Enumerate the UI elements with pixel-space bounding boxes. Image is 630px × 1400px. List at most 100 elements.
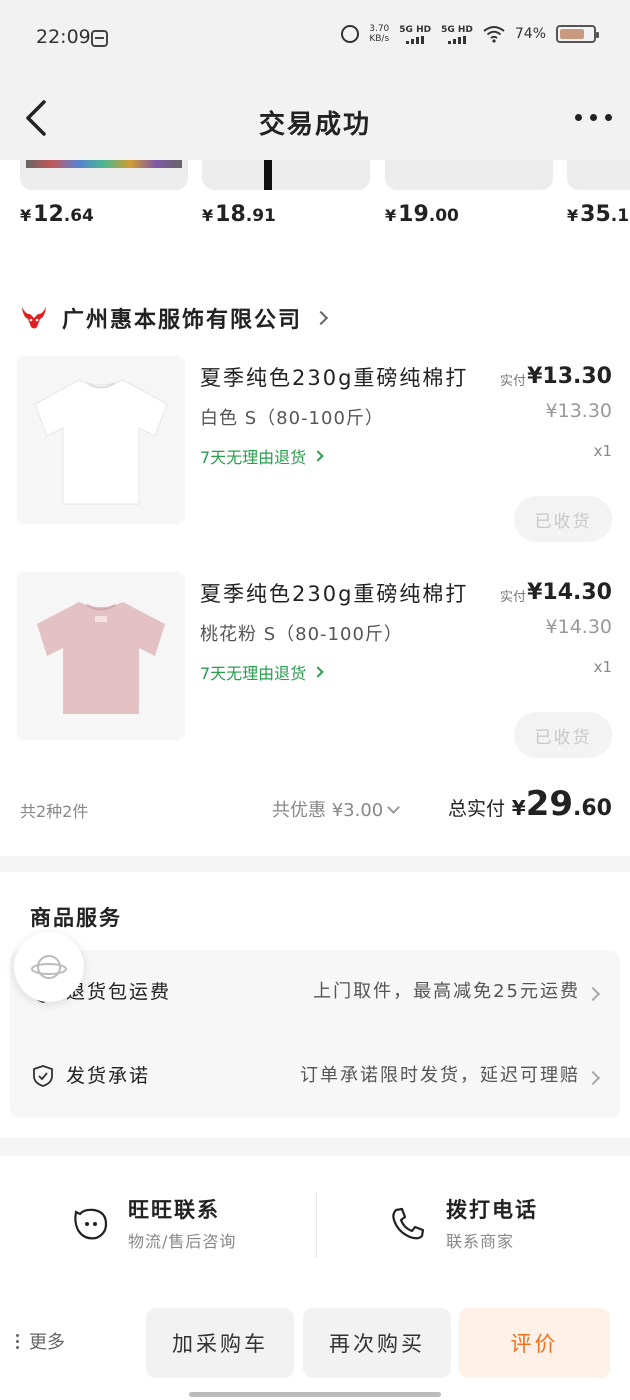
status-bar: 22:09 3.70 KB/s 5G HD 5G HD 74%	[0, 0, 630, 76]
chevron-down-icon	[387, 800, 401, 814]
currency-symbol: ¥	[20, 206, 32, 225]
network-speed: 3.70 KB/s	[369, 24, 389, 44]
price-decimal: .00	[428, 206, 459, 226]
shop-header[interactable]: 广州惠本服饰有限公司	[20, 302, 329, 334]
recommendation-price: ¥35.1	[567, 202, 630, 227]
price-decimal: .60	[573, 796, 612, 821]
network-speed-value: 3.70	[369, 24, 390, 34]
price-integer: 35	[580, 202, 611, 227]
paid-label: 实付	[499, 374, 526, 389]
return-policy-label: 7天无理由退货	[200, 664, 307, 683]
status-icons: 3.70 KB/s 5G HD 5G HD 74%	[341, 24, 599, 44]
received-button[interactable]: 已收货	[514, 496, 612, 542]
more-dots-icon	[16, 1333, 19, 1349]
currency-symbol: ¥	[511, 796, 526, 820]
shop-logo-icon	[22, 307, 46, 329]
price-integer: 18	[215, 202, 246, 227]
price-decimal: .1	[610, 206, 630, 226]
product-title[interactable]: 夏季纯色230g重磅纯棉打	[200, 362, 480, 392]
recommendation-item[interactable]: ¥12.64	[20, 160, 188, 227]
call-merchant-button[interactable]: 拨打电话 联系商家	[388, 1194, 588, 1264]
service-desc: 上门取件，最高减免25元运费	[313, 981, 580, 1002]
quantity: x1	[593, 658, 612, 676]
discount-label: 共优惠 ¥3.00	[272, 800, 384, 821]
shop-name[interactable]: 广州惠本服饰有限公司	[62, 302, 302, 334]
signal-sim2: 5G HD	[441, 25, 473, 44]
original-price: ¥14.30	[545, 616, 612, 638]
review-button[interactable]: 评价	[459, 1308, 610, 1378]
recommendation-image	[202, 160, 370, 190]
tshirt-icon	[37, 602, 165, 714]
price-integer: 29	[525, 784, 574, 824]
nav-bar: 交易成功	[0, 76, 630, 160]
service-card: 商品服务 退货包运费 上门取件，最高减免25元运费 发货承诺 订单承诺限时发货，…	[0, 872, 630, 1138]
contact-subtitle: 联系商家	[446, 1232, 515, 1251]
order-summary: 共2种2件 共优惠 ¥3.00 总实付 ¥29.60	[0, 784, 630, 830]
status-time: 22:09	[36, 26, 91, 48]
original-price: ¥13.30	[545, 400, 612, 422]
contact-title: 旺旺联系	[128, 1198, 220, 1222]
return-policy-link[interactable]: 7天无理由退货	[200, 660, 324, 684]
order-item[interactable]: 夏季纯色230g重磅纯棉打 桃花粉 S（80-100斤） 7天无理由退货 实付 …	[0, 572, 630, 772]
product-spec: 白色 S（80-100斤）	[200, 408, 384, 429]
recommendation-image	[567, 160, 630, 190]
battery-percent: 74%	[514, 26, 546, 42]
battery-icon	[556, 25, 599, 43]
more-button[interactable]: 更多	[16, 1328, 65, 1354]
chat-bubble-icon	[74, 1208, 108, 1240]
recommendation-price: ¥18.91	[202, 202, 370, 227]
item-count: 共2种2件	[20, 802, 89, 821]
buy-again-button[interactable]: 再次购买	[303, 1308, 451, 1378]
notification-icon	[91, 30, 108, 47]
wifi-icon	[483, 26, 505, 43]
product-title[interactable]: 夏季纯色230g重磅纯棉打	[200, 578, 480, 608]
wangwang-contact-button[interactable]: 旺旺联系 物流/售后咨询	[70, 1194, 290, 1264]
paid-label: 实付	[499, 590, 526, 605]
price-decimal: .91	[245, 206, 276, 226]
quantity: x1	[593, 442, 612, 460]
service-row-return-shipping[interactable]: 退货包运费 上门取件，最高减免25元运费	[10, 950, 620, 1034]
service-label: 发货承诺	[66, 1065, 151, 1087]
contact-title: 拨打电话	[446, 1198, 538, 1222]
home-indicator[interactable]	[189, 1392, 441, 1397]
add-to-purchase-cart-button[interactable]: 加采购车	[146, 1308, 294, 1378]
chevron-right-icon	[312, 666, 324, 678]
signal-sim2-label: 5G HD	[441, 24, 473, 35]
floating-assistant-button[interactable]	[14, 932, 84, 1002]
chevron-right-icon	[585, 1068, 601, 1087]
product-image[interactable]	[17, 572, 185, 740]
signal-bars-icon	[447, 35, 466, 44]
received-button[interactable]: 已收货	[514, 712, 612, 758]
currency-symbol: ¥	[385, 206, 397, 225]
order-shop-card: 广州惠本服饰有限公司 夏季纯色230g重磅纯棉打 白色 S（80-100斤） 7…	[0, 260, 630, 856]
product-image[interactable]	[17, 356, 185, 524]
phone-icon	[392, 1207, 425, 1240]
price-decimal: .64	[63, 206, 94, 226]
chevron-right-icon	[312, 450, 324, 462]
more-options-icon[interactable]	[575, 114, 612, 121]
return-policy-link[interactable]: 7天无理由退货	[200, 444, 324, 468]
service-label: 退货包运费	[66, 981, 172, 1003]
service-title: 商品服务	[30, 906, 122, 930]
return-policy-label: 7天无理由退货	[200, 448, 307, 467]
order-item[interactable]: 夏季纯色230g重磅纯棉打 白色 S（80-100斤） 7天无理由退货 实付 ¥…	[0, 356, 630, 556]
service-row-delivery-promise[interactable]: 发货承诺 订单承诺限时发货，延迟可理赔	[10, 1034, 620, 1118]
network-speed-unit: KB/s	[369, 34, 390, 44]
more-label: 更多	[29, 1332, 65, 1353]
product-spec: 桃花粉 S（80-100斤）	[200, 624, 403, 645]
discount-toggle[interactable]: 共优惠 ¥3.00	[272, 796, 401, 822]
signal-sim1-label: 5G HD	[399, 24, 432, 35]
chevron-right-icon	[585, 984, 601, 1003]
divider	[316, 1192, 317, 1258]
chevron-right-icon	[313, 310, 329, 326]
planet-icon	[31, 955, 67, 979]
paid-price: ¥13.30	[527, 364, 612, 389]
recommendation-item[interactable]: ¥18.91	[202, 160, 370, 227]
recommendation-strip[interactable]: ¥12.64 ¥18.91 ¥19.00 ¥35.1	[0, 160, 630, 260]
price-integer: 12	[33, 202, 64, 227]
recommendation-item[interactable]: ¥19.00	[385, 160, 553, 227]
recommendation-item[interactable]: ¥35.1	[567, 160, 630, 227]
contact-subtitle: 物流/售后咨询	[128, 1232, 237, 1251]
currency-symbol: ¥	[202, 206, 214, 225]
page-title: 交易成功	[258, 110, 371, 140]
